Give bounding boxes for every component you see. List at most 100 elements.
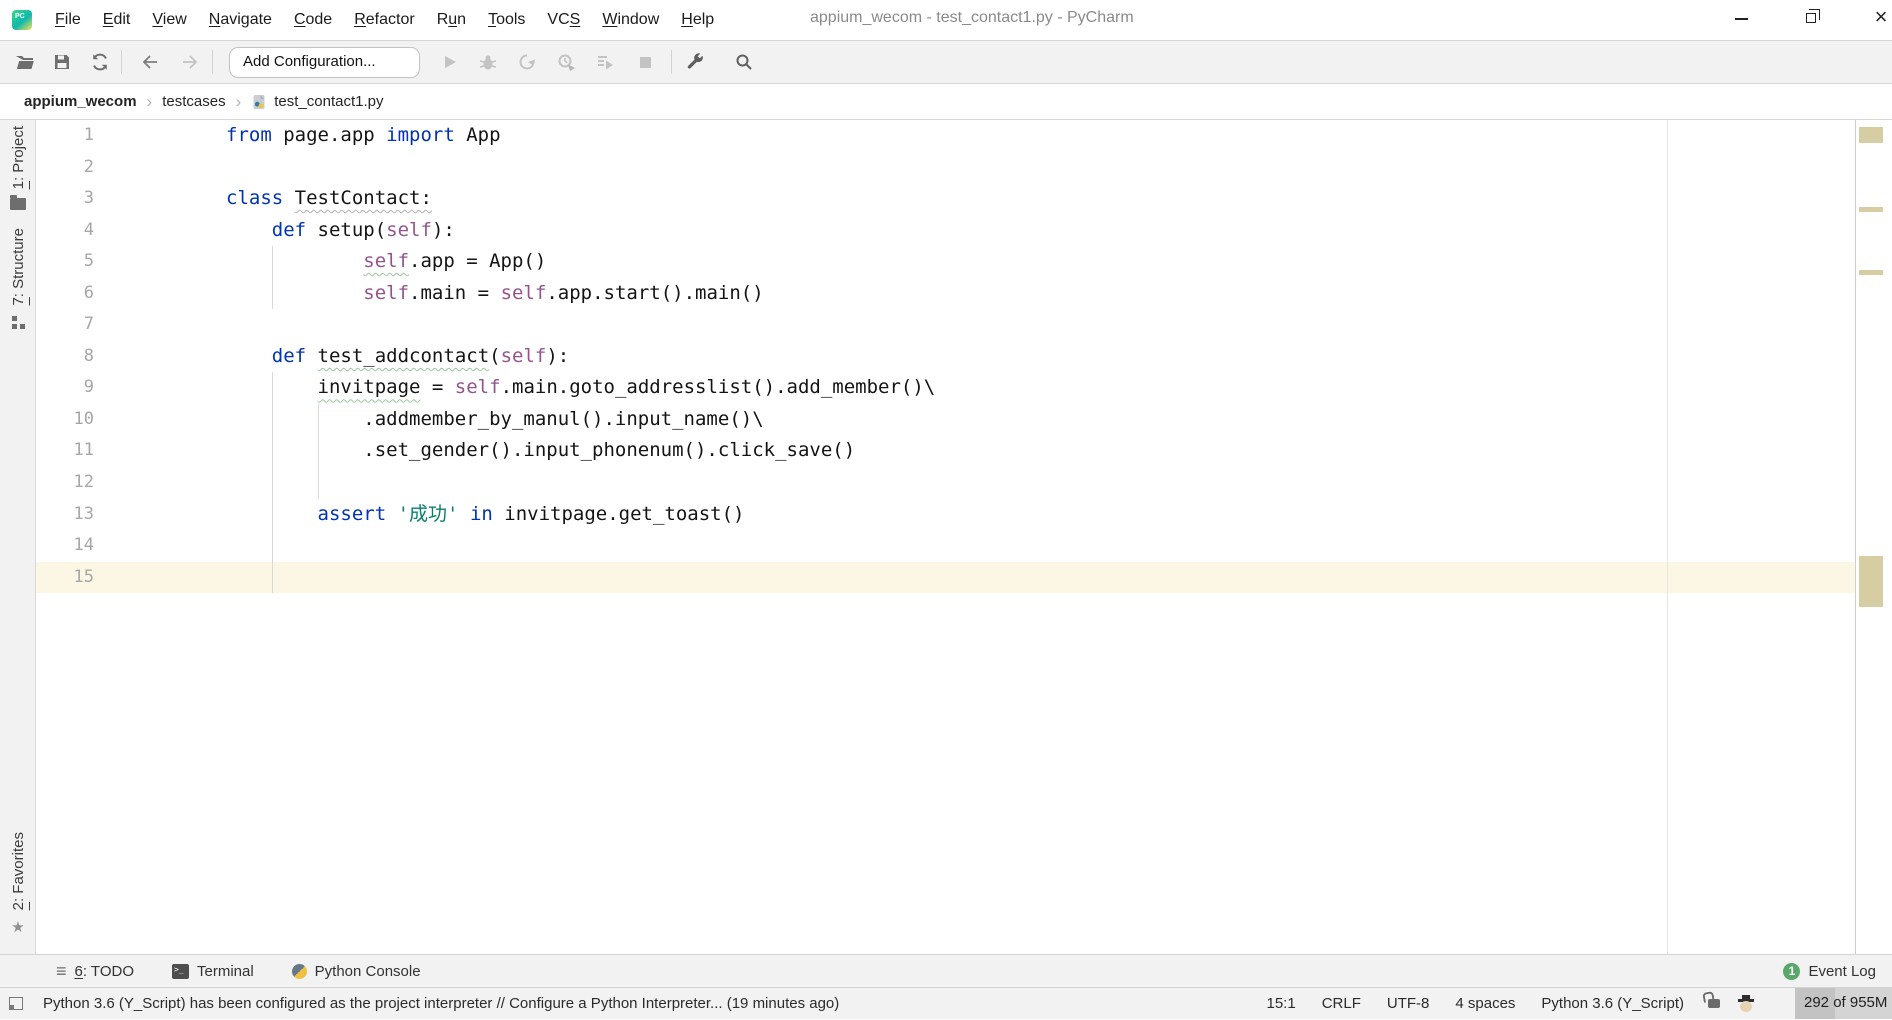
menu-tools[interactable]: Tools [477,11,536,29]
caret-position[interactable]: 15:1 [1267,995,1296,1012]
menu-run[interactable]: Run [426,11,477,29]
line-number[interactable]: 13 [42,499,94,531]
profiler-icon[interactable] [556,52,576,72]
restore-button[interactable] [1788,0,1834,34]
folder-icon [10,195,26,211]
line-ending[interactable]: CRLF [1322,995,1361,1012]
line-number[interactable]: 4 [42,215,94,247]
code-line-10: 10 .addmember_by_manul().input_name()\ [36,404,1855,436]
scrollbar-warning-mark[interactable] [1859,270,1883,275]
window-title: appium_wecom - test_contact1.py - PyChar… [810,9,1134,26]
sidebar-item-project[interactable]: 1: Project [0,126,36,211]
wrench-icon[interactable] [686,52,706,72]
scrollbar-warning-mark[interactable] [1859,207,1883,212]
line-number[interactable]: 9 [42,372,94,404]
file-encoding[interactable]: UTF-8 [1387,995,1430,1012]
python-console-icon [291,963,307,979]
memory-indicator[interactable]: 292 of 955M [1795,988,1892,1019]
breadcrumb-folder[interactable]: testcases [162,93,225,110]
code-line-2: 2 [36,152,1855,184]
minimize-button[interactable] [1718,0,1764,34]
line-number[interactable]: 6 [42,278,94,310]
structure-icon [11,315,26,330]
code-text: class TestContact: [226,187,432,210]
code-line-8: 8 def test_addcontact(self): [36,341,1855,373]
code-line-4: 4 def setup(self): [36,215,1855,247]
line-number[interactable]: 1 [42,120,94,152]
debug-icon[interactable] [478,52,498,72]
code-line-7: 7 [36,309,1855,341]
menu-edit[interactable]: Edit [92,11,142,29]
tab-terminal[interactable]: Terminal [171,963,254,980]
code-lines: 1 from page.app import App 2 3 class TestCon… [36,120,1855,593]
run-icon[interactable] [440,52,460,72]
code-text: .set_gender().input_phonenum().click_sav… [226,439,856,462]
breadcrumb-file[interactable]: test_contact1.py [274,93,383,110]
scrollbar-analysis-mark [1859,127,1883,143]
code-text: from page.app import App [226,124,501,146]
tab-python-console[interactable]: Python Console [291,963,421,980]
breadcrumb: appium_wecom › testcases › test_contact1… [0,84,1892,120]
interpreter-selector[interactable]: Python 3.6 (Y_Script) [1541,995,1684,1012]
add-configuration-button[interactable]: Add Configuration... [229,47,420,78]
readonly-lock-icon[interactable] [1708,999,1720,1008]
pycharm-logo-icon: PC [12,10,32,30]
close-button[interactable]: × [1858,0,1892,34]
scrollbar-caret-mark[interactable] [1859,556,1883,607]
event-log-button[interactable]: 1 Event Log [1783,955,1876,987]
hector-inspector-icon[interactable] [1738,995,1754,1012]
menu-help[interactable]: Help [670,11,725,29]
back-icon[interactable] [140,52,160,72]
line-number[interactable]: 14 [42,530,94,562]
search-icon[interactable] [734,52,754,72]
breadcrumb-project[interactable]: appium_wecom [24,93,137,110]
menu-navigate[interactable]: Navigate [198,11,283,29]
open-icon[interactable] [15,52,35,72]
sidebar-item-favorites[interactable]: 2: Favorites ★ [0,832,36,936]
line-number[interactable]: 8 [42,341,94,373]
line-number[interactable]: 12 [42,467,94,499]
indent-setting[interactable]: 4 spaces [1455,995,1515,1012]
chevron-right-icon: › [235,91,242,111]
star-icon: ★ [11,919,25,937]
main-area: 1 from page.app import App 2 3 class TestCon… [0,120,1892,954]
run-with-icon[interactable] [595,52,615,72]
status-message[interactable]: Python 3.6 (Y_Script) has been configure… [43,995,839,1012]
code-line-3: 3 class TestContact: [36,183,1855,215]
menu-code[interactable]: Code [283,11,343,29]
toolwindow-toggle-icon[interactable] [9,997,23,1010]
menu-refactor[interactable]: Refactor [343,11,425,29]
code-editor[interactable]: 1 from page.app import App 2 3 class TestCon… [36,120,1855,954]
status-bar: Python 3.6 (Y_Script) has been configure… [0,987,1892,1019]
code-line-6: 6 self.main = self.app.start().main() [36,278,1855,310]
menu-bar: File Edit View Navigate Code Refactor Run Tools… [44,0,725,40]
menu-vcs[interactable]: VCS [536,11,591,29]
menu-view[interactable]: View [141,11,197,29]
line-number[interactable]: 3 [42,183,94,215]
sync-icon[interactable] [90,52,110,72]
left-tool-stripe: 1: Project 7: Structure 2: Favorites ★ [0,120,36,954]
python-file-icon [253,94,265,109]
run-coverage-icon[interactable] [517,52,537,72]
code-text: invitpage = self.main.goto_addresslist()… [317,376,936,399]
line-number[interactable]: 11 [42,435,94,467]
menu-window[interactable]: Window [591,11,670,29]
toolbar-separator [212,50,213,74]
sidebar-item-structure[interactable]: 7: Structure [0,228,36,330]
forward-icon[interactable] [180,52,200,72]
save-icon[interactable] [52,52,72,72]
code-text: def test_addcontact(self): [271,344,570,367]
editor-scrollbar[interactable] [1855,120,1892,954]
tab-todo[interactable]: ≡ 6: TODO [56,962,134,980]
line-number[interactable]: 5 [42,246,94,278]
line-number[interactable]: 10 [42,404,94,436]
main-toolbar: Add Configuration... [0,40,1892,84]
stop-icon[interactable] [635,52,655,72]
line-number[interactable]: 2 [42,152,94,184]
menu-file[interactable]: File [44,11,92,29]
code-line-9: 9 invitpage = self.main.goto_addresslist… [36,372,1855,404]
line-number[interactable]: 7 [42,309,94,341]
chevron-right-icon: › [146,91,153,111]
code-line-1: 1 from page.app import App [36,120,1855,152]
line-number[interactable]: 15 [42,562,94,594]
